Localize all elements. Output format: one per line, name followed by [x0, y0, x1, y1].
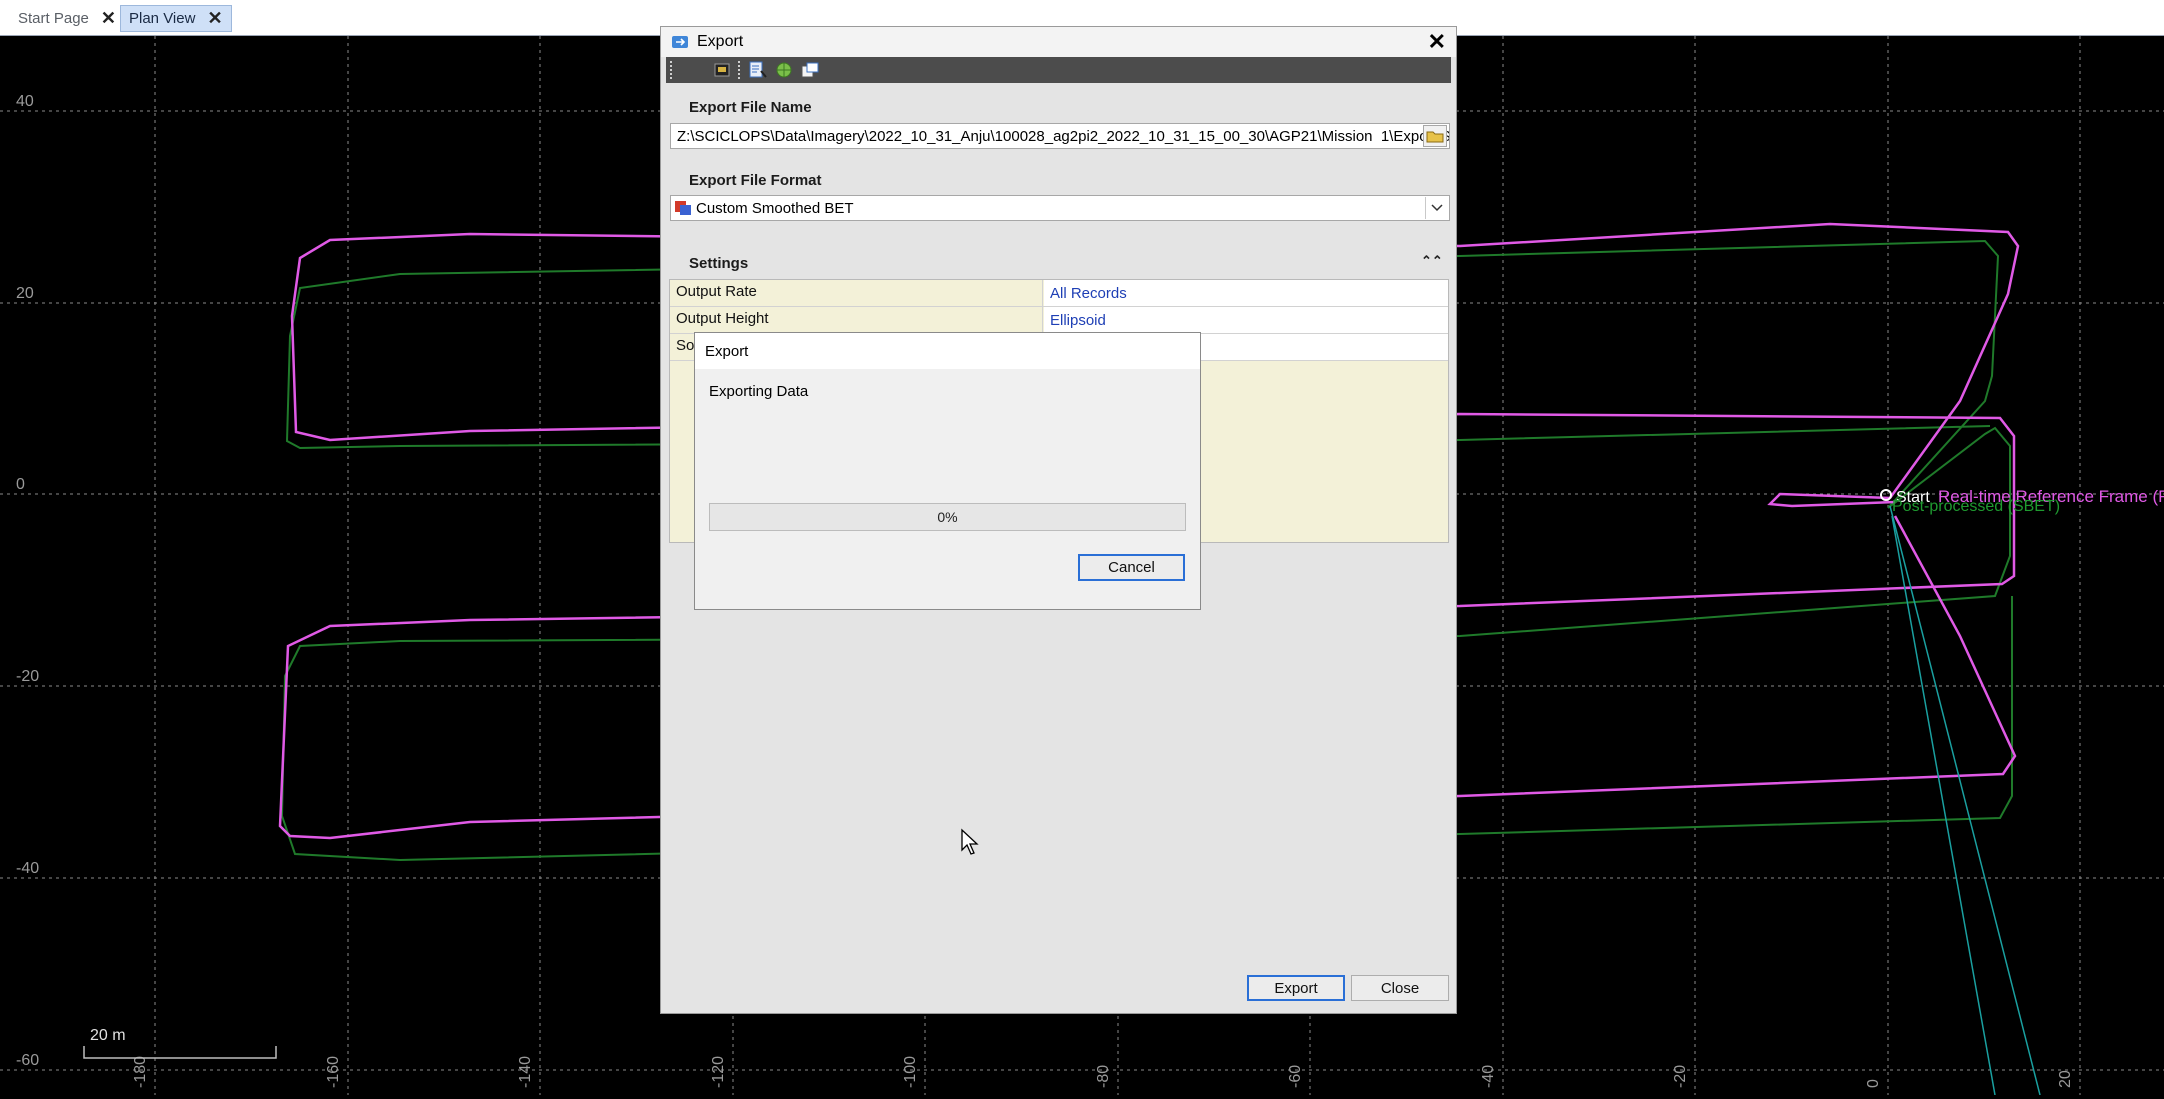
x-tick-label: -180: [132, 1056, 149, 1088]
file-format-value: Custom Smoothed BET: [696, 199, 854, 217]
setting-value[interactable]: All Records: [1044, 280, 1448, 306]
x-tick-label: -140: [517, 1056, 534, 1088]
x-tick-label: -100: [902, 1056, 919, 1088]
progress-percent: 0%: [937, 509, 958, 525]
y-tick-label: 0: [16, 476, 25, 493]
export-window-title: Export: [697, 33, 744, 50]
x-tick-label: -120: [710, 1056, 727, 1088]
x-tick-label: 20: [2057, 1070, 2074, 1088]
heading-line: [1891, 515, 1996, 1096]
export-toolbar: [666, 57, 1451, 83]
tab-label: Start Page: [18, 10, 89, 27]
cancel-button[interactable]: Cancel: [1078, 554, 1185, 581]
setting-name: Output Height: [676, 310, 769, 327]
setting-name: Output Rate: [676, 283, 757, 300]
tab-plan-view[interactable]: Plan View ✕: [120, 5, 232, 32]
globe-icon[interactable]: [774, 61, 794, 79]
setting-name: So: [676, 337, 695, 354]
x-tick-label: -80: [1095, 1065, 1112, 1088]
chevron-down-icon[interactable]: [1425, 197, 1447, 219]
progress-dialog-title: Export: [705, 343, 749, 360]
x-tick-label: -20: [1672, 1065, 1689, 1088]
y-tick-label: 40: [16, 93, 34, 110]
folder-icon: [1426, 131, 1444, 143]
x-tick-label: -60: [1287, 1065, 1304, 1088]
series-label-sbet: Post-processed (SBET): [1892, 498, 2060, 515]
export-file-format-select[interactable]: Custom Smoothed BET: [670, 195, 1450, 221]
close-button[interactable]: Close: [1351, 975, 1449, 1001]
toolbar-separator: [738, 61, 742, 79]
export-progress-dialog: Export Exporting Data 0% Cancel: [694, 332, 1201, 610]
heading-lines: [1889, 505, 2041, 1096]
setting-row-output-height[interactable]: Output Height Ellipsoid: [670, 307, 1448, 334]
scale-bar: 20 m: [83, 1027, 277, 1059]
grid-divider: [1042, 280, 1043, 306]
file-path-value: Z:\SCICLOPS\Data\Imagery\2022_10_31_Anju…: [677, 127, 1450, 145]
tab-start-page[interactable]: Start Page ✕: [10, 5, 124, 32]
toolbar-grip: [670, 61, 674, 79]
export-file-name-input[interactable]: Z:\SCICLOPS\Data\Imagery\2022_10_31_Anju…: [670, 123, 1450, 149]
y-tick-label: 20: [16, 285, 34, 302]
setting-value[interactable]: Ellipsoid: [1044, 307, 1448, 333]
window-icon[interactable]: [800, 61, 820, 79]
x-tick-label: -160: [325, 1056, 342, 1088]
mouse-cursor-icon: [961, 828, 979, 855]
y-tick-label: -60: [16, 1052, 39, 1069]
close-icon[interactable]: ✕: [101, 8, 116, 29]
progress-dialog-titlebar[interactable]: Export: [695, 333, 1200, 369]
progress-bar: 0%: [709, 503, 1186, 531]
y-tick-label: -40: [16, 860, 39, 877]
close-icon[interactable]: ✕: [1428, 29, 1446, 55]
scale-bar-line: [83, 1046, 277, 1059]
export-file-format-label: Export File Format: [689, 172, 822, 189]
progress-status-text: Exporting Data: [709, 383, 809, 400]
setting-row-output-rate[interactable]: Output Rate All Records: [670, 280, 1448, 307]
close-icon[interactable]: ✕: [207, 8, 222, 29]
x-tick-label: -40: [1480, 1065, 1497, 1088]
export-app-icon: [672, 36, 688, 48]
heading-line: [1889, 505, 2041, 1096]
save-icon[interactable]: [712, 61, 732, 79]
grid-divider: [1042, 307, 1043, 333]
settings-label: Settings: [689, 255, 749, 272]
x-tick-label: 0: [1865, 1079, 1882, 1088]
export-window-titlebar[interactable]: Export ✕: [661, 27, 1456, 57]
export-button[interactable]: Export: [1247, 975, 1345, 1001]
browse-folder-button[interactable]: [1423, 125, 1447, 147]
toolbar-spacer: [680, 61, 706, 79]
tab-label: Plan View: [129, 10, 196, 27]
collapse-icon[interactable]: ⌃⌃: [1421, 253, 1443, 269]
format-icon: [675, 201, 691, 215]
y-tick-label: -20: [16, 668, 39, 685]
scale-bar-label: 20 m: [90, 1027, 126, 1044]
export-file-name-label: Export File Name: [689, 99, 812, 116]
properties-icon[interactable]: [748, 61, 768, 79]
